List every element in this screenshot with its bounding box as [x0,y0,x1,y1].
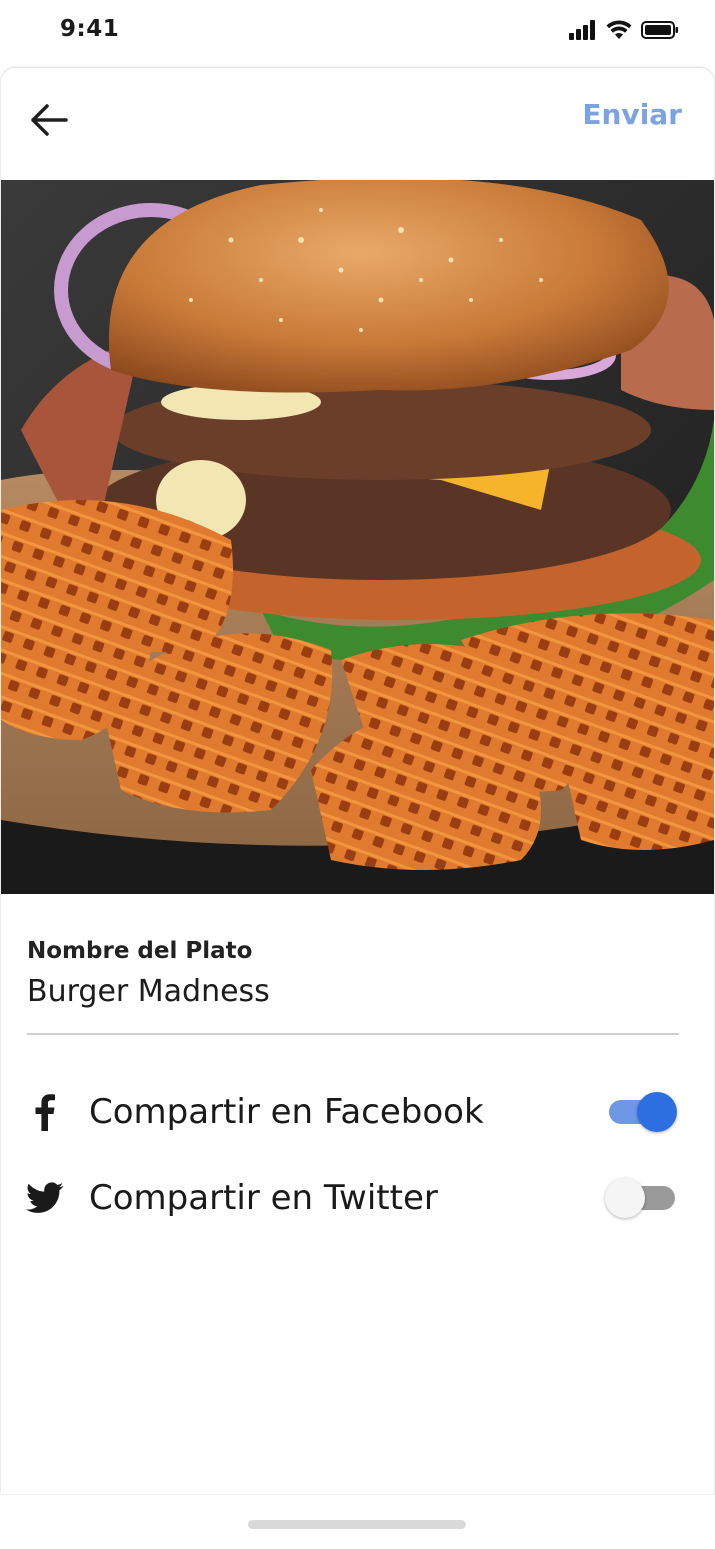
dish-card: Enviar Nombre del Plato Burger Madness C… [1,68,714,1494]
battery-icon [641,21,678,39]
facebook-icon [25,1092,65,1132]
share-facebook-toggle[interactable] [605,1091,677,1133]
status-icons [569,20,679,40]
send-button[interactable]: Enviar [582,98,682,131]
twitter-icon [25,1178,65,1218]
share-facebook-row[interactable]: Compartir en Facebook [25,1082,677,1142]
share-twitter-toggle[interactable] [605,1177,677,1219]
dish-name-underline [27,1033,679,1035]
burger-image [1,180,714,894]
wifi-icon [606,20,632,39]
share-twitter-label: Compartir en Twitter [89,1178,438,1218]
status-bar: 9:41 [0,0,715,64]
arrow-left-icon [31,104,68,136]
toggle-thumb [605,1178,645,1218]
dish-photo[interactable] [1,180,714,894]
cellular-signal-icon [569,20,595,40]
toggle-thumb [637,1092,677,1132]
dish-name-field[interactable]: Nombre del Plato Burger Madness [27,938,679,1009]
status-time: 9:41 [60,16,120,42]
home-indicator[interactable] [248,1520,466,1529]
back-button[interactable] [25,96,73,144]
nav-header: Enviar [1,68,714,180]
share-facebook-label: Compartir en Facebook [89,1092,484,1132]
dish-name-input[interactable]: Burger Madness [27,974,679,1009]
dish-name-label: Nombre del Plato [27,938,253,964]
share-twitter-row[interactable]: Compartir en Twitter [25,1168,677,1228]
